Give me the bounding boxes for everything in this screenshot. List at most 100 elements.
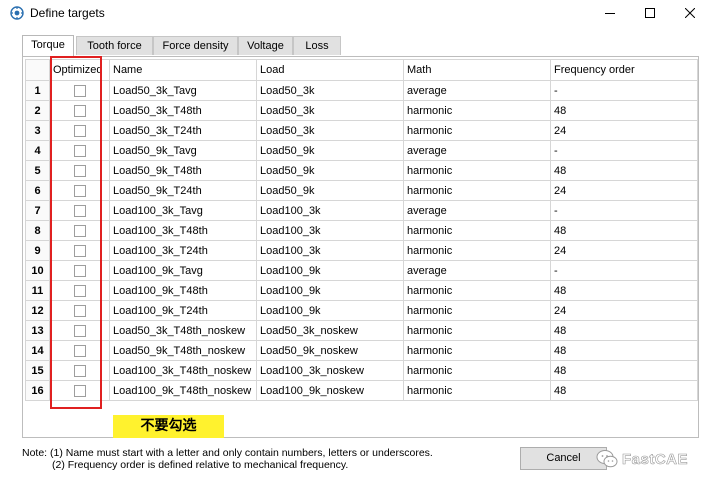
optimized-checkbox-cell[interactable]	[49, 320, 110, 341]
close-button[interactable]	[670, 0, 710, 26]
cell-frequency-order: 48	[550, 380, 698, 401]
cell-name: Load100_3k_T48th	[109, 220, 257, 241]
optimized-checkbox-cell[interactable]	[49, 380, 110, 401]
tab-force-density[interactable]: Force density	[153, 36, 238, 55]
optimized-checkbox[interactable]	[73, 364, 86, 377]
cell-name: Load50_9k_T48th_noskew	[109, 340, 257, 361]
table-row[interactable]: 1 Load50_3k_Tavg Load50_3k average -	[25, 80, 698, 101]
row-number: 2	[25, 100, 50, 121]
cell-math: average	[403, 140, 551, 161]
cell-load: Load50_3k_noskew	[256, 320, 404, 341]
optimized-checkbox[interactable]	[73, 244, 86, 257]
cancel-button[interactable]: Cancel	[520, 447, 607, 470]
cell-frequency-order: 48	[550, 320, 698, 341]
table-row[interactable]: 3 Load50_3k_T24th Load50_3k harmonic 24	[25, 120, 698, 141]
table-row[interactable]: 6 Load50_9k_T24th Load50_9k harmonic 24	[25, 180, 698, 201]
table-row[interactable]: 5 Load50_9k_T48th Load50_9k harmonic 48	[25, 160, 698, 181]
table-row[interactable]: 15 Load100_3k_T48th_noskew Load100_3k_nosk…	[25, 360, 698, 381]
table-row[interactable]: 8 Load100_3k_T48th Load100_3k harmonic 48	[25, 220, 698, 241]
cell-frequency-order: 24	[550, 240, 698, 261]
row-number: 6	[25, 180, 50, 201]
optimized-checkbox-cell[interactable]	[49, 200, 110, 221]
optimized-checkbox[interactable]	[73, 224, 86, 237]
table-row[interactable]: 2 Load50_3k_T48th Load50_3k harmonic 48	[25, 100, 698, 121]
cell-frequency-order: -	[550, 200, 698, 221]
optimized-checkbox-cell[interactable]	[49, 280, 110, 301]
row-header-corner	[25, 59, 50, 81]
tab-torque[interactable]: Torque	[22, 35, 74, 56]
cell-name: Load100_3k_T48th_noskew	[109, 360, 257, 381]
cell-load: Load50_3k	[256, 100, 404, 121]
optimized-checkbox[interactable]	[73, 204, 86, 217]
table-row[interactable]: 11 Load100_9k_T48th Load100_9k harmonic 48	[25, 280, 698, 301]
optimized-checkbox[interactable]	[73, 144, 86, 157]
cell-name: Load100_3k_T24th	[109, 240, 257, 261]
optimized-checkbox-cell[interactable]	[49, 260, 110, 281]
optimized-checkbox[interactable]	[73, 264, 86, 277]
cell-frequency-order: 48	[550, 100, 698, 121]
table-header-row: Optimized Name Load Math Frequency order	[25, 59, 698, 81]
table-row[interactable]: 13 Load50_3k_T48th_noskew Load50_3k_noskew…	[25, 320, 698, 341]
cell-frequency-order: -	[550, 260, 698, 281]
cell-name: Load50_9k_Tavg	[109, 140, 257, 161]
column-header-name[interactable]: Name	[109, 59, 257, 81]
cell-load: Load100_9k	[256, 280, 404, 301]
tab-loss[interactable]: Loss	[293, 36, 341, 55]
minimize-button[interactable]	[590, 0, 630, 26]
optimized-checkbox-cell[interactable]	[49, 360, 110, 381]
optimized-checkbox-cell[interactable]	[49, 80, 110, 101]
optimized-checkbox[interactable]	[73, 124, 86, 137]
optimized-checkbox-cell[interactable]	[49, 220, 110, 241]
table-row[interactable]: 9 Load100_3k_T24th Load100_3k harmonic 24	[25, 240, 698, 261]
cell-math: harmonic	[403, 360, 551, 381]
table-row[interactable]: 16 Load100_9k_T48th_noskew Load100_9k_nosk…	[25, 380, 698, 401]
optimized-checkbox[interactable]	[73, 304, 86, 317]
row-number: 4	[25, 140, 50, 161]
cell-math: harmonic	[403, 220, 551, 241]
optimized-checkbox-cell[interactable]	[49, 120, 110, 141]
table-row[interactable]: 14 Load50_9k_T48th_noskew Load50_9k_noskew…	[25, 340, 698, 361]
cell-name: Load100_9k_T48th	[109, 280, 257, 301]
maximize-icon	[645, 8, 655, 18]
optimized-checkbox[interactable]	[73, 164, 86, 177]
tab-voltage[interactable]: Voltage	[238, 36, 293, 55]
optimized-checkbox-cell[interactable]	[49, 240, 110, 261]
cell-math: harmonic	[403, 100, 551, 121]
optimized-checkbox-cell[interactable]	[49, 160, 110, 181]
window-title: Define targets	[30, 6, 105, 20]
optimized-checkbox[interactable]	[73, 84, 86, 97]
optimized-checkbox[interactable]	[73, 344, 86, 357]
optimized-checkbox[interactable]	[73, 104, 86, 117]
optimized-checkbox-cell[interactable]	[49, 180, 110, 201]
cell-math: harmonic	[403, 320, 551, 341]
optimized-checkbox[interactable]	[73, 284, 86, 297]
optimized-checkbox[interactable]	[73, 384, 86, 397]
optimized-checkbox[interactable]	[73, 184, 86, 197]
table-row[interactable]: 12 Load100_9k_T24th Load100_9k harmonic 24	[25, 300, 698, 321]
optimized-checkbox-cell[interactable]	[49, 140, 110, 161]
optimized-checkbox-cell[interactable]	[49, 100, 110, 121]
optimized-checkbox-cell[interactable]	[49, 300, 110, 321]
cell-load: Load50_3k	[256, 80, 404, 101]
column-header-frequency-order[interactable]: Frequency order	[550, 59, 698, 81]
optimized-checkbox-cell[interactable]	[49, 340, 110, 361]
cell-name: Load100_3k_Tavg	[109, 200, 257, 221]
cell-load: Load50_9k_noskew	[256, 340, 404, 361]
column-header-optimized[interactable]: Optimized	[49, 59, 110, 81]
column-header-math[interactable]: Math	[403, 59, 551, 81]
row-number: 3	[25, 120, 50, 141]
maximize-button[interactable]	[630, 0, 670, 26]
table-row[interactable]: 10 Load100_9k_Tavg Load100_9k average -	[25, 260, 698, 281]
optimized-checkbox[interactable]	[73, 324, 86, 337]
row-number: 10	[25, 260, 50, 281]
cell-load: Load100_3k_noskew	[256, 360, 404, 381]
tab-tooth-force[interactable]: Tooth force	[76, 36, 153, 55]
cell-name: Load50_9k_T24th	[109, 180, 257, 201]
table-row[interactable]: 7 Load100_3k_Tavg Load100_3k average -	[25, 200, 698, 221]
cell-name: Load50_3k_T48th_noskew	[109, 320, 257, 341]
cell-math: average	[403, 200, 551, 221]
table-row[interactable]: 4 Load50_9k_Tavg Load50_9k average -	[25, 140, 698, 161]
column-header-load[interactable]: Load	[256, 59, 404, 81]
annotation-label: 不要勾选	[113, 415, 224, 438]
cell-frequency-order: 48	[550, 160, 698, 181]
